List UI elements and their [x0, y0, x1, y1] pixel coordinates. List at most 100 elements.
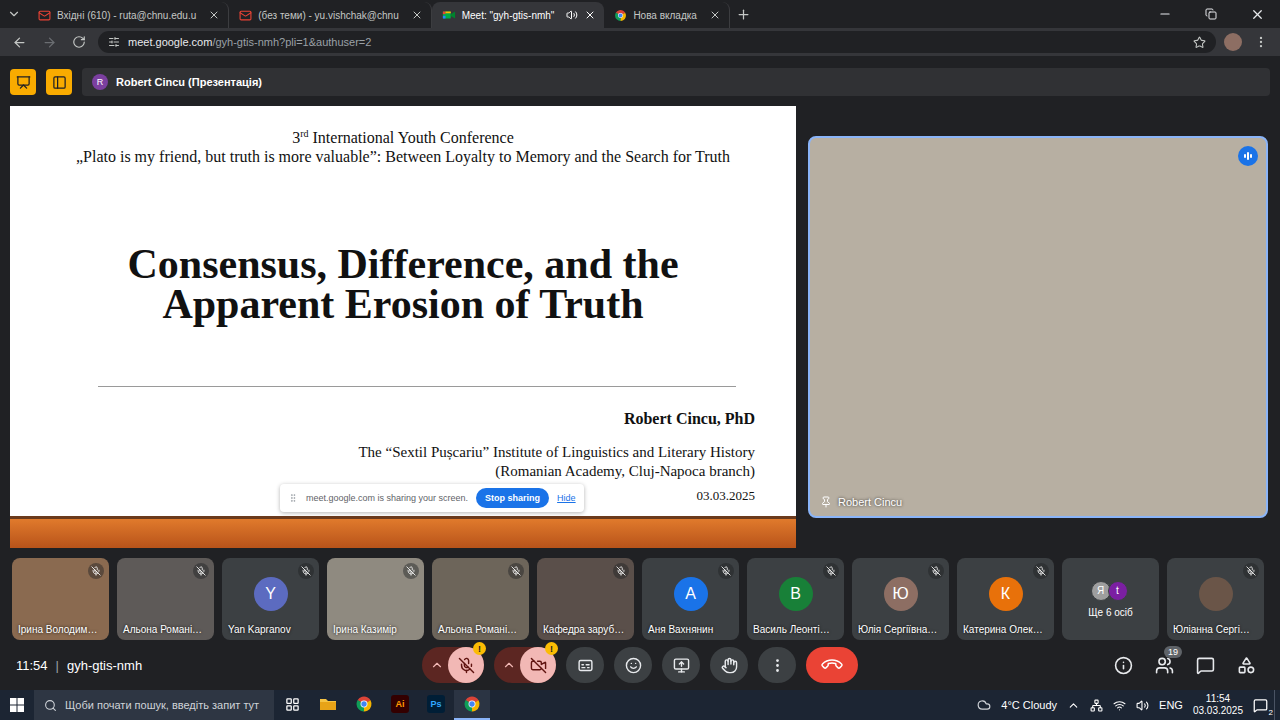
raise-hand-icon	[721, 657, 738, 674]
browser-tab[interactable]: Meet: "gyh-gtis-nmh"	[432, 2, 605, 28]
notifications-icon	[1253, 698, 1268, 713]
taskbar-app[interactable]	[346, 690, 382, 720]
participant-tile[interactable]: Альона Романі…	[117, 558, 214, 640]
forward-button[interactable]	[38, 31, 60, 53]
language[interactable]: ENG	[1159, 699, 1183, 711]
camera-toggle[interactable]: !	[494, 647, 556, 683]
site-settings-icon[interactable]	[108, 36, 120, 48]
close-tab-icon[interactable]	[584, 9, 596, 21]
taskbar-app[interactable]	[310, 690, 346, 720]
reload-icon	[72, 35, 86, 49]
taskbar-app[interactable]: Ps	[418, 690, 454, 720]
volume-icon[interactable]	[1136, 699, 1149, 712]
more-button[interactable]	[758, 647, 796, 683]
forward-icon	[42, 35, 57, 50]
wifi-icon[interactable]	[1113, 699, 1126, 712]
audio-playing-icon[interactable]	[566, 9, 578, 21]
show-desktop[interactable]	[1274, 690, 1280, 720]
reactions-button[interactable]	[614, 647, 652, 683]
plus-icon	[736, 7, 751, 22]
present-screen-icon	[673, 657, 690, 674]
browser-tab[interactable]: Нова вкладка	[604, 2, 730, 28]
back-button[interactable]	[8, 31, 30, 53]
back-icon	[12, 35, 27, 50]
close-tab-icon[interactable]	[411, 9, 423, 21]
side-buttons: 19	[858, 656, 1264, 675]
participant-avatar: К	[989, 577, 1023, 611]
profile-avatar[interactable]	[1224, 33, 1242, 51]
weather-icon[interactable]	[977, 698, 991, 712]
close-tab-icon[interactable]	[709, 9, 721, 21]
chevron-down-icon	[7, 7, 21, 21]
slide-rule	[98, 386, 736, 387]
participant-tile[interactable]: Ірина Володим…	[12, 558, 109, 640]
mic-off-icon	[616, 566, 626, 576]
start-button[interactable]	[0, 690, 34, 720]
close-tab-icon[interactable]	[208, 9, 220, 21]
people-button[interactable]: 19	[1155, 656, 1174, 675]
activities-button[interactable]	[1237, 656, 1256, 675]
pin-icon[interactable]	[820, 496, 832, 508]
call-controls-bar: 11:54|gyh-gtis-nmh!!19	[10, 640, 1270, 690]
tab-search-button[interactable]	[0, 0, 28, 28]
raise-hand-button[interactable]	[710, 647, 748, 683]
participant-tile[interactable]: Юліанна Сергі…	[1167, 558, 1264, 640]
browser-menu-button[interactable]	[1250, 31, 1272, 53]
participant-name: Юліанна Сергі…	[1173, 624, 1250, 635]
participant-tile[interactable]: YYan Kapranov	[222, 558, 319, 640]
more-participants-label: Ще 6 осіб	[1088, 607, 1133, 618]
gmail-icon	[239, 9, 252, 22]
minimize-button[interactable]	[1142, 0, 1188, 28]
muted-badge	[1243, 563, 1259, 579]
hide-link[interactable]: Hide	[557, 493, 576, 503]
participant-tile[interactable]: Альона Романі…	[432, 558, 529, 640]
taskbar: Щоби почати пошук, введіть запит тут AiPs…	[0, 690, 1280, 720]
present-button[interactable]	[662, 647, 700, 683]
browser-tab[interactable]: Вхідні (610) - ruta@chnu.edu.u	[28, 2, 229, 28]
stop-sharing-button[interactable]: Stop sharing	[476, 488, 549, 508]
captions-button[interactable]	[566, 647, 604, 683]
participant-tile[interactable]: ЮЮлія Сергіївна…	[852, 558, 949, 640]
presenter-label: Robert Cincu (Презентація)	[116, 76, 262, 88]
presentation-view-button[interactable]	[10, 69, 36, 95]
participant-tile[interactable]: ЯtЩе 6 осіб	[1062, 558, 1159, 640]
participant-tile[interactable]: ККатерина Олек…	[957, 558, 1054, 640]
participant-name: Yan Kapranov	[228, 624, 291, 635]
show-hidden-icon[interactable]	[1067, 699, 1080, 712]
leave-call-button[interactable]	[806, 647, 858, 683]
participant-tile[interactable]: Кафедра заруб…	[537, 558, 634, 640]
taskbar-app[interactable]	[454, 690, 490, 720]
grip-icon[interactable]	[288, 493, 298, 503]
microphone-toggle[interactable]: !	[422, 647, 484, 683]
info-button[interactable]	[1114, 656, 1133, 675]
options-chevron-icon[interactable]	[430, 658, 444, 672]
layout-button[interactable]	[46, 69, 72, 95]
presentation-top-row: RRobert Cincu (Презентація)	[10, 68, 1270, 96]
stage: 3rdInternational Youth Conference„Plato …	[10, 106, 1270, 548]
close-window-button[interactable]	[1234, 0, 1280, 28]
browser-tab[interactable]: (без теми) - yu.vishchak@chnu	[229, 2, 431, 28]
chat-button[interactable]	[1196, 656, 1215, 675]
task-view-button[interactable]	[274, 690, 310, 720]
conference-name: 3rdInternational Youth Conference	[10, 128, 796, 147]
options-chevron-icon[interactable]	[502, 658, 516, 672]
restore-button[interactable]	[1188, 0, 1234, 28]
participant-avatar: Ю	[884, 577, 918, 611]
participant-tile[interactable]: Ірина Казимір	[327, 558, 424, 640]
weather[interactable]: 4°C Cloudy	[1001, 699, 1057, 711]
layout-icon	[52, 75, 67, 90]
task-view-icon	[285, 697, 300, 712]
clock[interactable]: 11:5403.03.2025	[1193, 693, 1243, 717]
address-bar[interactable]: meet.google.com/gyh-gtis-nmh?pli=1&authu…	[98, 31, 1216, 53]
taskbar-search[interactable]: Щоби почати пошук, введіть запит тут	[34, 690, 274, 720]
reload-button[interactable]	[68, 31, 90, 53]
participant-tile[interactable]: ААня Вахнянин	[642, 558, 739, 640]
bookmark-star-icon[interactable]	[1193, 36, 1206, 49]
speaker-tile[interactable]: Robert Cincu	[808, 136, 1268, 518]
notifications-button[interactable]: 2	[1253, 698, 1268, 713]
participant-name: Ірина Казимір	[333, 624, 397, 635]
network-icon[interactable]	[1090, 699, 1103, 712]
new-tab-button[interactable]	[730, 0, 758, 28]
taskbar-app[interactable]: Ai	[382, 690, 418, 720]
participant-tile[interactable]: ВВасиль Леонті…	[747, 558, 844, 640]
